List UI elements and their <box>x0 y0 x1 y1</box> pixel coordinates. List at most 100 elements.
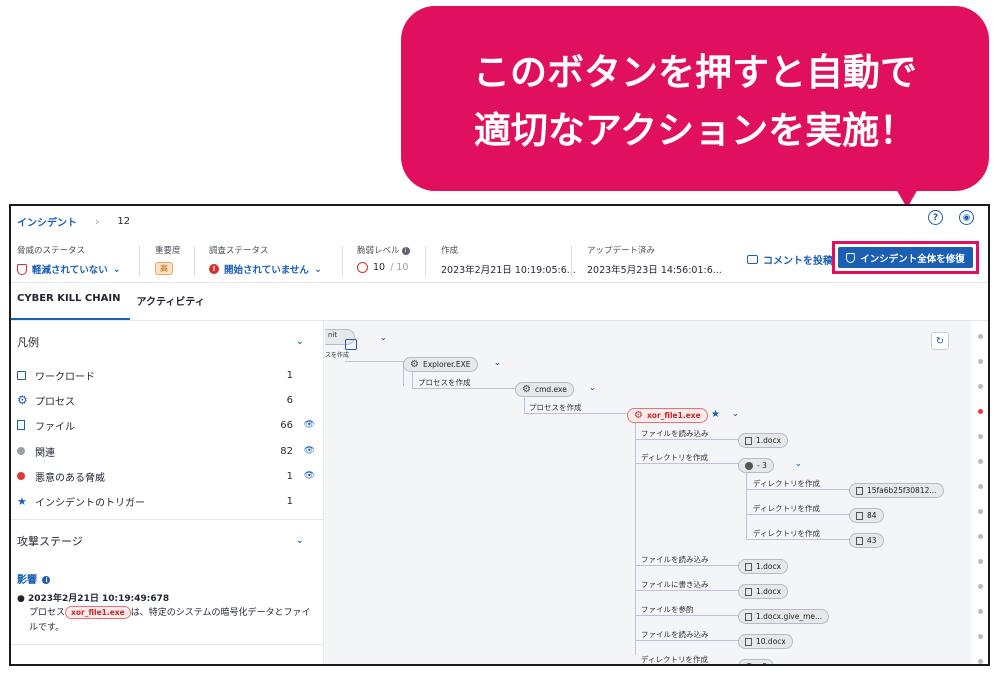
eye-icon[interactable]: 👁 <box>293 420 315 430</box>
expand-chevron-icon[interactable]: ⌄ <box>732 409 739 418</box>
legend-item-count: 1 <box>286 495 293 507</box>
created-label: 作成 <box>441 246 459 256</box>
timeline-dot[interactable] <box>978 534 983 539</box>
legend-item-file: ファイル 66 👁 <box>17 416 315 434</box>
edge-label: ディレクトリを作成 <box>753 529 820 538</box>
expand-chevron-icon[interactable]: ⌄ <box>795 459 802 468</box>
refresh-icon[interactable]: ↻ <box>931 332 949 350</box>
legend-item-label: ワークロード <box>35 371 95 383</box>
divider <box>194 246 195 276</box>
timeline-dot[interactable] <box>978 634 983 639</box>
vulnerability-field: 脆弱レベル i 10 / 10 <box>357 244 410 273</box>
edge-label: ファイルを読み込み <box>641 555 709 564</box>
legend-title: 凡例 <box>17 336 39 349</box>
legend-item-count: 1 <box>286 369 293 381</box>
edge-label: プロセスを作成 <box>529 403 582 412</box>
graph-edge <box>635 565 739 566</box>
dot-icon <box>745 662 753 664</box>
divider <box>11 282 988 283</box>
timeline-dot[interactable] <box>978 459 983 464</box>
timeline-dot-active[interactable] <box>978 409 983 414</box>
post-comment-label: コメントを投稿 <box>763 256 833 267</box>
directory-node[interactable]: 15fa6b25f30812... <box>849 483 944 498</box>
timeline-dot[interactable] <box>978 359 983 364</box>
dot-icon <box>745 461 753 470</box>
timeline-dot[interactable] <box>978 584 983 589</box>
legend-item-trigger: ★ インシデントのトリガー 1 <box>17 492 315 510</box>
node-label: - 3 <box>757 662 767 664</box>
tab-activity[interactable]: アクティビティ <box>130 286 214 320</box>
info-icon[interactable]: i <box>42 576 51 584</box>
tab-cyber-kill-chain[interactable]: CYBER KILL CHAIN <box>11 286 131 320</box>
file-node[interactable]: 1.docx <box>738 433 789 448</box>
vulnerability-value: 10 <box>373 262 386 273</box>
graph-edge <box>412 388 516 389</box>
file-node[interactable]: 1.docx <box>738 559 789 574</box>
eye-icon[interactable]: 👁 <box>293 446 315 456</box>
timeline-dot[interactable] <box>978 609 983 614</box>
graph-edge <box>412 372 413 388</box>
node-label: 84 <box>867 511 877 520</box>
created-value: 2023年2月21日 10:19:05:6... <box>441 265 576 276</box>
timeline-rail <box>972 321 988 664</box>
comment-icon <box>747 255 758 264</box>
timeline-dot[interactable] <box>978 509 983 514</box>
star-icon: ★ <box>17 494 27 508</box>
legend-item-count: 66 <box>280 419 293 431</box>
file-icon <box>17 420 25 430</box>
file-node[interactable]: 1.docx.give_me... <box>738 609 830 624</box>
file-icon <box>745 612 752 621</box>
legend-item-label: プロセス <box>35 396 75 408</box>
threat-status-field[interactable]: 脅威のステータス 軽減されていない ⌄ <box>17 244 121 276</box>
remediate-incident-button[interactable]: インシデント全体を修復 <box>838 247 973 268</box>
expand-chevron-icon[interactable]: ⌄ <box>795 659 802 664</box>
divider <box>11 644 324 645</box>
divider <box>11 519 324 520</box>
directory-node[interactable]: 84 <box>849 508 884 523</box>
timeline-dot[interactable] <box>978 334 983 339</box>
impact-title-text: 影響 <box>17 575 37 586</box>
chevron-down-icon: ⌄ <box>112 263 121 275</box>
kill-chain-graph[interactable]: nit スを作成 ⌄ ↻ プロセスを作成 プロセスを作成 ファイルを読み込み デ… <box>325 321 971 664</box>
timeline-dot[interactable] <box>978 484 983 489</box>
top-icons: ? ◉ <box>928 210 974 225</box>
vulnerability-max: / 10 <box>390 262 409 273</box>
investigation-status-label: 調査ステータス <box>209 246 269 256</box>
directory-node[interactable]: 43 <box>849 533 884 548</box>
group-node[interactable]: - 3 <box>738 659 774 664</box>
timeline-dot[interactable] <box>978 434 983 439</box>
process-node-explorer[interactable]: ⚙ Explorer.EXE <box>403 357 478 372</box>
account-icon[interactable]: ◉ <box>959 210 974 225</box>
group-node[interactable]: - 3 <box>738 458 774 473</box>
expand-chevron-icon[interactable]: ⌄ <box>380 333 387 342</box>
process-node-xor[interactable]: ⚙ xor_file1.exe <box>627 408 708 423</box>
info-icon[interactable]: i <box>401 246 410 255</box>
gear-icon: ⚙ <box>522 384 531 395</box>
file-node[interactable]: 1.docx <box>738 584 789 599</box>
process-node-cmd[interactable]: ⚙ cmd.exe <box>515 382 574 397</box>
panel-toggle-icon[interactable] <box>345 339 357 350</box>
graph-edge <box>524 398 525 413</box>
help-icon[interactable]: ? <box>928 210 943 225</box>
timeline-dot[interactable] <box>978 659 983 664</box>
expand-chevron-icon[interactable]: ⌄ <box>494 358 501 367</box>
updated-field: アップデート済み 2023年5月23日 14:56:01:6... <box>587 244 722 276</box>
graph-edge <box>635 615 739 616</box>
legend-collapse-icon[interactable]: ⌄ <box>296 337 304 347</box>
breadcrumb-incidents-link[interactable]: インシデント <box>17 214 77 229</box>
attack-stage-collapse-icon[interactable]: ⌄ <box>296 536 304 546</box>
node-label: 1.docx <box>756 436 782 445</box>
fix-button-highlight: インシデント全体を修復 <box>832 241 979 274</box>
file-node[interactable]: 10.docx <box>738 634 793 649</box>
eye-icon[interactable]: 👁 <box>293 471 315 481</box>
timeline-dot[interactable] <box>978 559 983 564</box>
post-comment-button[interactable]: コメントを投稿 <box>747 252 833 267</box>
gear-icon: ⚙ <box>17 393 28 407</box>
graph-edge <box>635 590 739 591</box>
file-icon <box>745 587 752 596</box>
file-icon <box>856 486 863 495</box>
process-chip[interactable]: xor_file1.exe <box>65 606 131 619</box>
expand-chevron-icon[interactable]: ⌄ <box>589 383 596 392</box>
timeline-dot[interactable] <box>978 384 983 389</box>
investigation-status-field[interactable]: 調査ステータス ! 開始されていません ⌄ <box>209 244 322 276</box>
